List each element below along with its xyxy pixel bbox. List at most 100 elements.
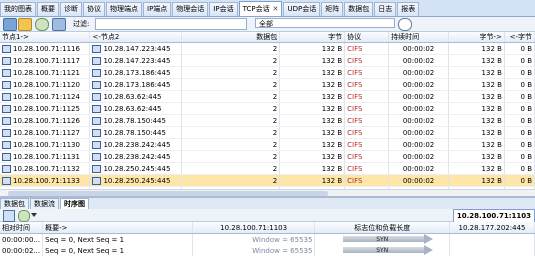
host-icon — [92, 164, 102, 173]
sequence-column-header[interactable]: 概要-> — [42, 222, 193, 234]
refresh-icon[interactable] — [18, 210, 30, 222]
table-cell: 0 B — [504, 66, 535, 79]
cell-text: 2 — [272, 68, 278, 77]
column-header[interactable]: 持续时间 — [388, 32, 450, 43]
tab-12[interactable]: 日志 — [374, 2, 397, 16]
cell-text: 00:00:02 — [402, 44, 435, 53]
table-cell: 132 B — [279, 102, 346, 115]
sequence-window: Window = 65535 — [192, 233, 316, 245]
table-cell: 10.28.100.71:1117 — [0, 54, 91, 67]
column-header[interactable]: 字节 — [279, 32, 346, 43]
refresh-icon[interactable] — [35, 18, 49, 31]
cell-text: 10.28.78.150:445 — [103, 116, 166, 125]
close-icon[interactable]: ✕ — [273, 5, 279, 13]
cell-text: CIFS — [347, 80, 363, 89]
table-cell: 00:00:02 — [388, 138, 450, 151]
table-cell: 2 — [181, 102, 281, 115]
host-icon — [2, 164, 11, 173]
tab-7[interactable]: IP会话 — [209, 2, 238, 16]
cell-text: 10.28.100.71:1126 — [13, 116, 80, 125]
table-row[interactable]: 10.28.100.71:1124 10.28.63.62:445 2 132 B CI… — [0, 90, 535, 103]
table-row[interactable]: 10.28.100.71:1125 10.28.63.62:445 2 132 B CI… — [0, 102, 535, 115]
sequence-column-header[interactable]: 相对时间 — [0, 222, 44, 234]
table-row[interactable]: 10.28.100.71:1120 10.28.173.186:445 2 132 B… — [0, 78, 535, 91]
table-cell: 10.28.100.71:1121 — [0, 66, 91, 79]
table-cell: 00:00:02 — [388, 126, 450, 139]
table-cell: CIFS — [344, 54, 390, 67]
tab-13[interactable]: 报表 — [397, 2, 420, 16]
host-icon — [92, 44, 102, 53]
tab-0[interactable]: 我的图表 — [0, 2, 36, 16]
cell-text: 132 B — [321, 56, 343, 65]
table-cell: 10.28.147.223:445 — [89, 42, 183, 55]
table-row[interactable]: 10.28.100.71:1126 10.28.78.150:445 2 132 B C… — [0, 114, 535, 127]
host-icon — [2, 176, 11, 185]
column-header[interactable]: 字节-> — [448, 32, 505, 43]
bottom-tab-2[interactable]: 时序图 — [60, 198, 89, 209]
sequence-column-header[interactable]: 标志位和负载长度 — [314, 222, 451, 234]
column-header[interactable]: <-节点2 — [89, 32, 183, 43]
column-header[interactable]: 节点1-> — [0, 32, 91, 43]
tab-label: 矩阵 — [325, 5, 340, 13]
table-row[interactable]: 10.28.100.71:1121 10.28.173.186:445 2 132 B… — [0, 66, 535, 79]
cell-text: 2 — [272, 140, 278, 149]
table-row[interactable]: 10.28.100.71:1116 10.28.147.223:445 2 132 B… — [0, 42, 535, 55]
tab-10[interactable]: 矩阵 — [321, 2, 344, 16]
sequence-row[interactable]: 00:00:02... Seq = 0, Next Seq = 1 Window =… — [0, 245, 535, 256]
table-row[interactable]: 10.28.100.71:1117 10.28.147.223:445 2 132 B… — [0, 54, 535, 67]
column-header[interactable]: 数据包 — [181, 32, 281, 43]
cell-text: 2 — [272, 128, 278, 137]
table-cell: 10.28.100.71:1126 — [0, 114, 91, 127]
cell-text: 10.28.100.71:1120 — [13, 80, 80, 89]
cell-text: 0 B — [520, 80, 532, 89]
table-row[interactable]: 10.28.100.71:1130 10.28.238.242:445 2 132 B… — [0, 138, 535, 151]
tab-6[interactable]: 物理会话 — [172, 2, 209, 16]
table-cell: 0 B — [504, 42, 535, 55]
open-folder-icon[interactable] — [18, 18, 32, 31]
tab-8[interactable]: TCP会话 ✕ — [238, 1, 283, 16]
table-cell: 10.28.100.71:1132 — [0, 162, 91, 175]
sequence-column-header[interactable]: 10.28.177.202:445 — [449, 222, 535, 234]
host-icon — [2, 140, 11, 149]
cell-text: CIFS — [347, 104, 363, 113]
sequence-row[interactable]: 00:00:00... Seq = 0, Next Seq = 1 Window =… — [0, 233, 535, 245]
table-row[interactable]: 10.28.100.71:1133 10.28.250.245:445 2 132 B… — [0, 174, 535, 187]
scope-select[interactable]: 全部 — [255, 18, 395, 28]
filter-icon[interactable] — [52, 18, 66, 31]
sequence-arrow-cell: SYN — [314, 245, 451, 256]
tab-label: 协议 — [87, 5, 101, 13]
cell-text: 132 B — [481, 116, 502, 125]
search-icon[interactable] — [398, 18, 412, 31]
dropdown-arrow-icon[interactable] — [31, 213, 37, 217]
column-header[interactable]: <-字节 — [504, 32, 535, 43]
table-cell: 10.28.100.71:1127 — [0, 126, 91, 139]
tab-3[interactable]: 协议 — [83, 2, 105, 16]
cell-text: 10.28.100.71:1127 — [13, 128, 80, 137]
tab-11[interactable]: 数据包 — [344, 2, 374, 16]
bottom-tab-1[interactable]: 数据流 — [30, 198, 59, 209]
table-cell: 10.28.100.71:1133 — [0, 174, 91, 187]
cell-text: 132 B — [321, 80, 343, 89]
table-row[interactable]: 10.28.100.71:1127 10.28.78.150:445 2 132 B C… — [0, 126, 535, 139]
table-cell: 0 B — [504, 150, 535, 163]
sequence-empty-cell — [449, 233, 535, 245]
tab-2[interactable]: 诊断 — [60, 2, 82, 16]
table-row[interactable]: 10.28.100.71:1132 10.28.250.245:445 2 132 B… — [0, 162, 535, 175]
tab-1[interactable]: 概要 — [37, 2, 59, 16]
tab-9[interactable]: UDP会话 — [283, 2, 321, 16]
table-row[interactable]: 10.28.100.71:1131 10.28.238.242:445 2 132 B… — [0, 150, 535, 163]
cell-text: 132 B — [481, 104, 502, 113]
host-icon — [2, 128, 11, 137]
tab-5[interactable]: IP端点 — [143, 2, 172, 16]
cell-text: 0 B — [520, 116, 532, 125]
sequence-column-header[interactable]: 10.28.100.71:1103 — [192, 222, 316, 234]
table-cell: 0 B — [504, 90, 535, 103]
tab-4[interactable]: 物理端点 — [106, 2, 142, 16]
filter-input[interactable] — [95, 18, 247, 30]
column-header[interactable]: 协议 — [344, 32, 390, 43]
bottom-tab-0[interactable]: 数据包 — [0, 198, 29, 209]
save-icon[interactable] — [3, 18, 17, 31]
grid-icon[interactable] — [3, 210, 15, 222]
cell-text: 132 B — [481, 128, 502, 137]
cell-text: 2 — [272, 104, 278, 113]
